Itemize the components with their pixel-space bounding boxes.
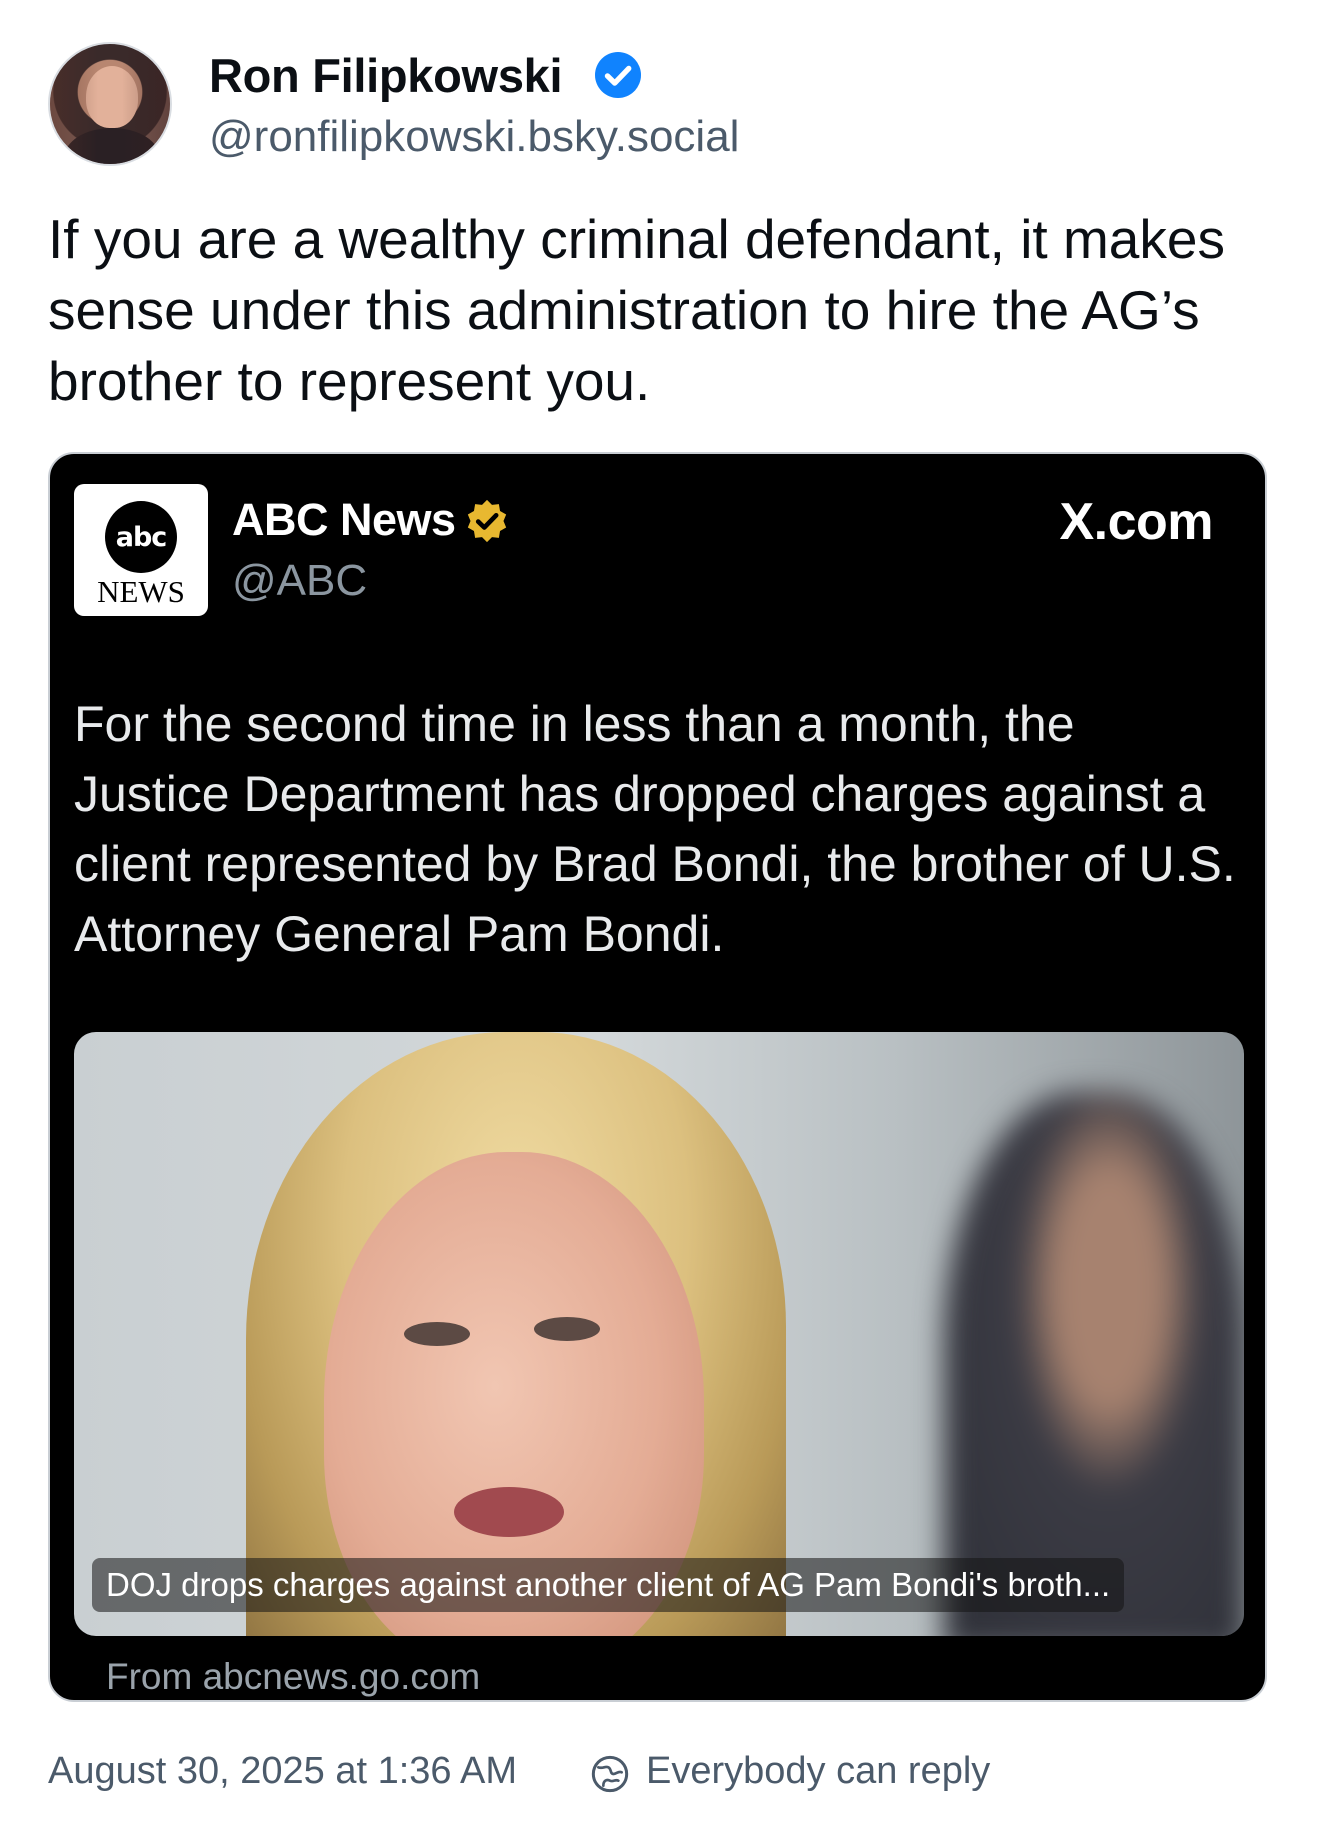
gold-verified-icon bbox=[467, 499, 507, 543]
author-handle[interactable]: @ronfilipkowski.bsky.social bbox=[209, 112, 739, 162]
abc-logo-text: abc bbox=[115, 522, 168, 553]
embedded-account-name: ABC News bbox=[232, 494, 456, 545]
embedded-post-text: For the second time in less than a month… bbox=[74, 696, 1236, 962]
abc-news-logo: abc NEWS bbox=[74, 484, 208, 616]
photo-caption: DOJ drops charges against another client… bbox=[92, 1558, 1125, 1612]
verified-check-icon bbox=[595, 52, 641, 98]
x-site-label: X.com bbox=[1059, 493, 1213, 551]
embedded-image[interactable]: abc NEWS ABC News @ABC X.com For the sec… bbox=[48, 452, 1267, 1702]
photo-background-person bbox=[944, 1092, 1244, 1636]
abc-logo-news-text: NEWS bbox=[97, 574, 185, 609]
news-photo: DOJ drops charges against another client… bbox=[74, 1032, 1244, 1636]
post-text: If you are a wealthy criminal defendant,… bbox=[48, 208, 1225, 412]
photo-mouth bbox=[454, 1487, 564, 1537]
author-avatar[interactable] bbox=[48, 42, 172, 166]
reply-setting[interactable]: Everybody can reply bbox=[646, 1750, 990, 1793]
embedded-account-handle: @ABC bbox=[232, 556, 368, 605]
post: Ron Filipkowski @ronfilipkowski.bsky.soc… bbox=[0, 0, 1320, 1832]
photo-eye-right bbox=[534, 1317, 600, 1341]
post-timestamp[interactable]: August 30, 2025 at 1:36 AM bbox=[48, 1750, 517, 1793]
avatar-shade bbox=[50, 44, 170, 164]
link-source: From abcnews.go.com bbox=[106, 1656, 481, 1697]
author-name[interactable]: Ron Filipkowski bbox=[209, 48, 563, 103]
globe-reply-icon bbox=[591, 1755, 629, 1793]
photo-eye-left bbox=[404, 1322, 470, 1346]
